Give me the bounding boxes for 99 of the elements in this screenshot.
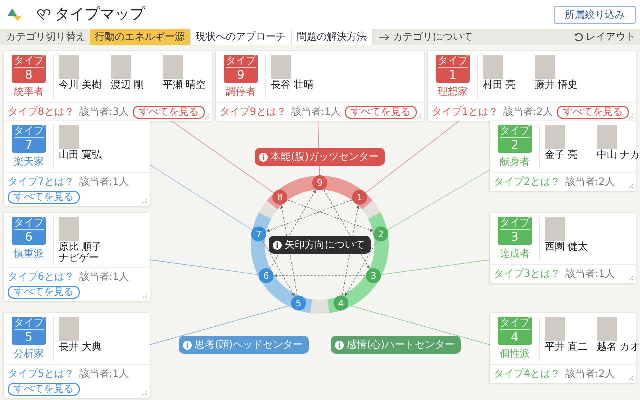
photo-placeholder <box>271 55 291 79</box>
person-name: 長井 大典 <box>59 342 102 353</box>
see-all-button[interactable]: すべてを見る <box>557 106 630 118</box>
info-icon <box>273 240 282 250</box>
photo-placeholder <box>163 55 183 79</box>
person-name: 村田 亮 <box>483 80 516 91</box>
center-label-button[interactable]: 思考(頭)ヘッドセンター <box>179 336 309 354</box>
person-name: 渡辺 剛 <box>111 80 144 91</box>
member-count: 該当者:2人 <box>565 368 616 381</box>
person-name: 藤井 悟史 <box>535 80 578 91</box>
see-all-button[interactable]: すべてを見る <box>8 286 80 299</box>
type-about-link[interactable]: タイプ1とは？ <box>432 105 498 119</box>
type-badge: タイプ 2 <box>498 125 532 153</box>
see-all-button[interactable]: すべてを見る <box>8 191 80 204</box>
type-badge: タイプ 5 <box>12 317 46 345</box>
member-count: 該当者:3人 <box>79 106 130 119</box>
person-name: 平井 直二 <box>545 342 588 353</box>
type-node[interactable]: 7 <box>251 226 266 242</box>
member-count: 該当者:2人 <box>565 176 616 189</box>
info-icon <box>183 340 192 350</box>
type-name: 理想家 <box>438 86 468 99</box>
arrow-direction-button[interactable]: 矢印方向について <box>269 236 371 254</box>
layout-button[interactable]: レイアウト <box>574 30 640 44</box>
photo-placeholder <box>545 217 565 241</box>
type-node[interactable]: 6 <box>258 268 274 284</box>
type-node[interactable]: 3 <box>366 268 382 284</box>
arrow-right-icon <box>379 34 390 40</box>
see-all-button[interactable]: すべてを見る <box>133 106 206 118</box>
member-count: 該当者:1人 <box>565 268 616 281</box>
type-about-link[interactable]: タイプ2とは？ <box>494 175 560 189</box>
person-name: 中山 ナカ <box>597 150 640 161</box>
type-node[interactable]: 4 <box>334 296 349 311</box>
type-name: 分析家 <box>14 348 44 361</box>
type-name: 楽天家 <box>14 156 44 169</box>
type-badge: タイプ 7 <box>12 125 46 153</box>
person-name: 金子 亮 <box>545 150 578 161</box>
photo-placeholder <box>597 125 617 149</box>
photo-placeholder <box>597 317 617 341</box>
person-name: 今川 美樹 <box>59 80 102 91</box>
type-node[interactable]: 1 <box>352 190 368 205</box>
info-icon <box>335 340 344 350</box>
type-name: 達成者 <box>500 248 530 261</box>
heart-hand-icon <box>37 8 51 22</box>
photo-placeholder <box>59 217 79 241</box>
page-title: タイプマップ <box>55 5 145 24</box>
type-name: 個性派 <box>500 348 530 361</box>
type-about-link[interactable]: タイプ4とは？ <box>494 367 560 381</box>
type-badge: タイプ 8 <box>12 55 46 83</box>
photo-placeholder <box>545 317 565 341</box>
photo-placeholder <box>111 55 131 79</box>
type-node[interactable]: 8 <box>272 190 288 205</box>
member-count: 該当者:1人 <box>79 368 130 381</box>
category-label: カテゴリ切り替え <box>6 30 86 44</box>
photo-placeholder <box>59 125 79 149</box>
type-name: 調停者 <box>226 86 256 99</box>
type-about-link[interactable]: タイプ6とは？ <box>8 270 74 284</box>
photo-placeholder <box>535 55 555 79</box>
person-name: 西園 健太 <box>545 242 588 253</box>
type-about-link[interactable]: タイプ9とは？ <box>220 105 286 119</box>
center-label-button[interactable]: 本能(腹)ガッツセンター <box>255 148 385 166</box>
info-icon <box>259 152 268 162</box>
person-name: 平瀬 晴空 <box>163 80 206 91</box>
type-about-link[interactable]: タイプ5とは？ <box>8 367 74 381</box>
member-count: 該当者:1人 <box>79 176 130 189</box>
person-name: 原比 順子ナビゲー <box>59 242 104 264</box>
member-count: 該当者:1人 <box>79 270 130 284</box>
reset-icon <box>574 32 583 42</box>
type-about-link[interactable]: タイプ7とは？ <box>8 175 74 189</box>
filter-button[interactable]: 所属絞り込み <box>554 6 636 24</box>
see-all-button[interactable]: すべてを見る <box>345 106 418 118</box>
type-badge: タイプ 1 <box>436 55 470 83</box>
center-label-button[interactable]: 感情(心)ハートセンター <box>331 336 461 354</box>
type-node[interactable]: 2 <box>374 226 389 242</box>
type-badge: タイプ 6 <box>12 217 46 245</box>
photo-placeholder <box>545 125 565 149</box>
photo-placeholder <box>59 55 79 79</box>
type-name: 統率者 <box>14 86 44 99</box>
type-name: 慎重派 <box>14 248 44 261</box>
type-badge: タイプ 3 <box>498 217 532 245</box>
photo-placeholder <box>483 55 503 79</box>
category-tab[interactable]: 問題の解決方法 <box>292 29 373 45</box>
person-name: 山田 寛弘 <box>59 150 102 161</box>
person-name: 越名 カオ <box>597 342 640 353</box>
type-node[interactable]: 9 <box>312 176 328 190</box>
person-name: 長谷 壮晴 <box>271 80 314 91</box>
photo-placeholder <box>59 317 79 341</box>
category-tab[interactable]: 現状へのアプローチ <box>191 29 292 45</box>
type-name: 献身者 <box>500 156 530 169</box>
member-count: 該当者:1人 <box>291 106 342 119</box>
category-tab[interactable]: 行動のエネルギー源 <box>90 29 191 45</box>
type-badge: タイプ 4 <box>498 317 532 345</box>
see-all-button[interactable]: すべてを見る <box>8 383 80 396</box>
type-badge: タイプ 9 <box>224 55 258 83</box>
type-node[interactable]: 5 <box>291 296 306 311</box>
type-about-link[interactable]: タイプ3とは？ <box>494 267 560 281</box>
category-about-link[interactable]: カテゴリについて <box>393 30 473 44</box>
member-count: 該当者:2人 <box>503 106 554 119</box>
type-about-link[interactable]: タイプ8とは？ <box>8 105 74 119</box>
logo-icon <box>7 8 23 22</box>
